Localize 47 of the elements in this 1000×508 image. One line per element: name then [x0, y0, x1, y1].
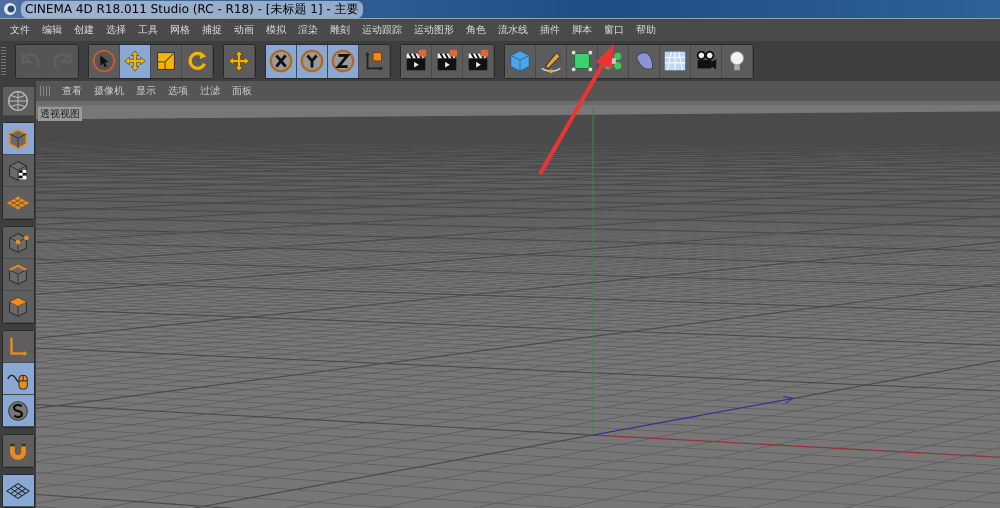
tool-button[interactable] — [2, 155, 34, 187]
viewport-menu-item[interactable]: 面板 — [226, 84, 258, 98]
menu-item[interactable]: 选择 — [100, 23, 132, 37]
tool-button[interactable] — [2, 227, 34, 259]
y-axis-icon — [299, 48, 325, 74]
toolbar-button[interactable] — [297, 44, 328, 78]
menu-item[interactable]: 网格 — [164, 23, 196, 37]
toolbar-button[interactable] — [266, 44, 297, 78]
viewport-menu-item[interactable]: 过滤 — [194, 84, 226, 98]
viewport-menu-item[interactable]: 查看 — [56, 84, 88, 98]
vertex-cube-icon — [569, 48, 595, 74]
z-axis-icon — [330, 48, 356, 74]
menu-item[interactable]: 动画 — [228, 23, 260, 37]
menu-item[interactable]: 工具 — [132, 23, 164, 37]
cursor-icon — [91, 48, 117, 74]
tool-button[interactable] — [2, 291, 34, 323]
app-logo-icon — [3, 2, 17, 16]
toolbar-button[interactable] — [401, 44, 432, 78]
move-arrows-icon — [226, 48, 252, 74]
tool-button[interactable] — [2, 363, 34, 395]
globe-icon — [5, 88, 31, 114]
menu-item[interactable]: 编辑 — [36, 23, 68, 37]
menu-item[interactable]: 文件 — [4, 23, 36, 37]
menu-item[interactable]: 窗口 — [598, 23, 630, 37]
tool-button[interactable] — [2, 395, 34, 427]
x-axis-icon — [268, 48, 294, 74]
menu-item[interactable]: 帮助 — [630, 23, 662, 37]
menu-item[interactable]: 脚本 — [566, 23, 598, 37]
menu-item[interactable]: 流水线 — [492, 23, 534, 37]
menu-item[interactable]: 捕捉 — [196, 23, 228, 37]
menu-item[interactable]: 运动跟踪 — [356, 23, 408, 37]
tool-button[interactable] — [2, 259, 34, 291]
window-title: CINEMA 4D R18.011 Studio (RC - R18) - [未标题 1] - 主要 — [21, 0, 362, 18]
viewport-menu-item[interactable]: 显示 — [130, 84, 162, 98]
menu-item[interactable]: 运动图形 — [408, 23, 460, 37]
menu-item[interactable]: 创建 — [68, 23, 100, 37]
layout-button[interactable] — [2, 87, 34, 116]
move-arrows-icon — [122, 48, 148, 74]
toolbar-button[interactable] — [328, 44, 359, 78]
menu-item[interactable]: 角色 — [460, 23, 492, 37]
viewport-menu-item[interactable]: 选项 — [162, 84, 194, 98]
viewport-menu-item[interactable]: 摄像机 — [88, 84, 130, 98]
viewport-label: 透视视图 — [38, 107, 82, 121]
menu-item[interactable]: 渲染 — [292, 23, 324, 37]
menu-item[interactable]: 插件 — [534, 23, 566, 37]
menu-item[interactable]: 模拟 — [260, 23, 292, 37]
menu-item[interactable]: 雕刻 — [324, 23, 356, 37]
